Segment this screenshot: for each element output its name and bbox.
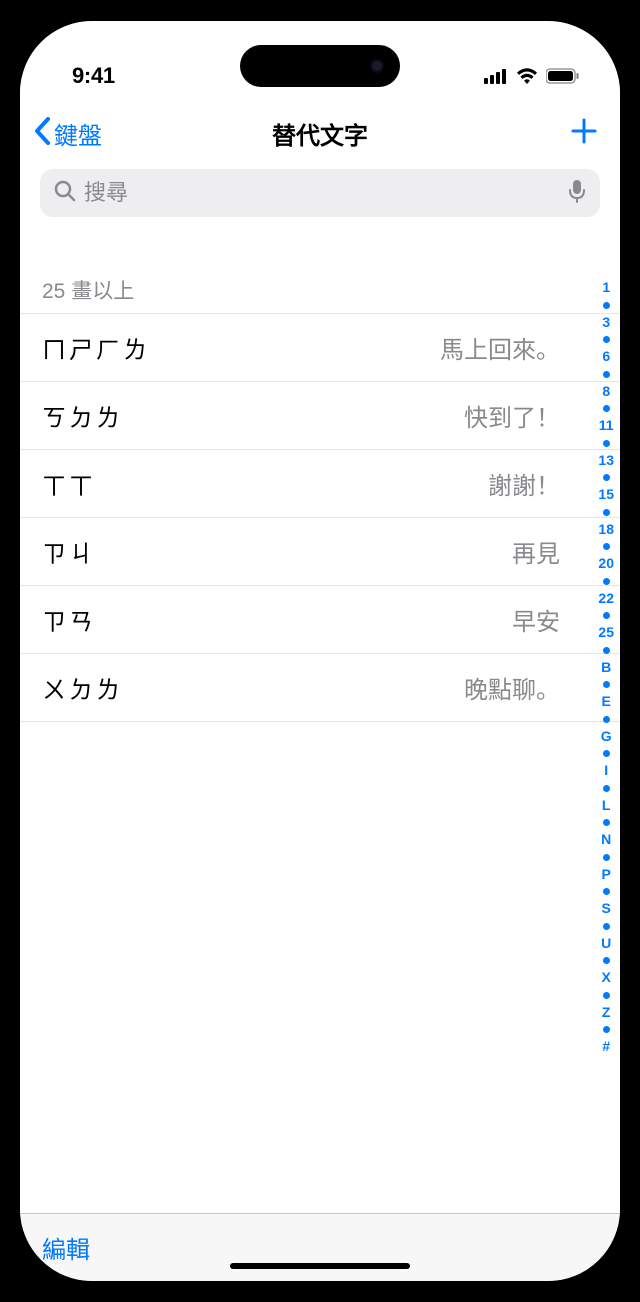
back-label: 鍵盤	[54, 116, 102, 151]
index-item[interactable]: X	[602, 969, 611, 987]
list-item[interactable]: ㄒㄒ 謝謝！	[20, 450, 620, 518]
index-item[interactable]: I	[604, 762, 608, 780]
index-dot	[603, 302, 610, 309]
list-item[interactable]: ㄗㄢ 早安	[20, 586, 620, 654]
index-item[interactable]: #	[602, 1038, 610, 1056]
index-dot	[603, 336, 610, 343]
index-item[interactable]: 25	[598, 624, 614, 642]
index-dot	[603, 923, 610, 930]
shortcut-value: 晚點聊。	[464, 670, 560, 705]
phone-frame: 9:41 鍵盤 替代文字	[2, 3, 638, 1299]
toolbar: 編輯	[20, 1213, 620, 1281]
shortcut-value: 早安	[512, 602, 560, 637]
index-dot	[603, 819, 610, 826]
edit-button[interactable]: 編輯	[42, 1230, 90, 1265]
status-time: 9:41	[72, 63, 115, 89]
wifi-icon	[516, 68, 538, 84]
index-item[interactable]: 3	[602, 314, 610, 332]
search-icon	[54, 180, 76, 207]
content-area: 25 畫以上 ㄇㄕㄏㄌ 馬上回來。ㄎㄉㄌ 快到了！ ㄒㄒ 謝謝！ ㄗㄐ 再見ㄗㄢ 早安ㄨㄉㄌ 晚…	[20, 231, 620, 1213]
shortcut-value: 馬上回來。	[440, 330, 560, 365]
index-item[interactable]: Z	[602, 1004, 611, 1022]
index-item[interactable]: 13	[598, 452, 614, 470]
home-indicator[interactable]	[230, 1263, 410, 1269]
list-item[interactable]: ㄎㄉㄌ 快到了！	[20, 382, 620, 450]
section-header: 25 畫以上	[20, 231, 620, 313]
shortcut-key: ㄗㄢ	[42, 602, 96, 637]
shortcut-key: ㄇㄕㄏㄌ	[42, 330, 150, 365]
shortcut-key: ㄨㄉㄌ	[42, 670, 123, 705]
index-dot	[603, 750, 610, 757]
microphone-icon[interactable]	[568, 179, 586, 208]
index-dot	[603, 578, 610, 585]
list-item[interactable]: ㄇㄕㄏㄌ 馬上回來。	[20, 313, 620, 382]
index-dot	[603, 647, 610, 654]
index-dot	[603, 992, 610, 999]
phone-screen: 9:41 鍵盤 替代文字	[20, 21, 620, 1281]
page-title: 替代文字	[272, 116, 368, 151]
index-item[interactable]: B	[601, 659, 611, 677]
index-dot	[603, 612, 610, 619]
back-button[interactable]: 鍵盤	[34, 116, 102, 151]
cellular-signal-icon	[484, 68, 508, 84]
index-dot	[603, 854, 610, 861]
index-dot	[603, 509, 610, 516]
search-input[interactable]	[84, 180, 560, 206]
plus-icon	[570, 117, 598, 145]
battery-icon	[546, 68, 580, 84]
search-bar[interactable]	[40, 169, 600, 217]
index-item[interactable]: N	[601, 831, 611, 849]
index-dot	[603, 888, 610, 895]
add-button[interactable]	[570, 114, 598, 152]
index-item[interactable]: 15	[598, 486, 614, 504]
index-dot	[603, 785, 610, 792]
index-bar[interactable]: 136811131518202225BEGILNPSUXZ#	[598, 279, 614, 1173]
search-container	[20, 163, 620, 231]
shortcut-value: 謝謝！	[488, 466, 560, 501]
dynamic-island	[240, 45, 400, 87]
index-dot	[603, 440, 610, 447]
navigation-bar: 鍵盤 替代文字	[20, 103, 620, 163]
index-dot	[603, 405, 610, 412]
index-item[interactable]: 20	[598, 555, 614, 573]
index-item[interactable]: L	[602, 797, 611, 815]
index-item[interactable]: 18	[598, 521, 614, 539]
index-dot	[603, 1026, 610, 1033]
chevron-left-icon	[34, 117, 52, 150]
shortcuts-list: ㄇㄕㄏㄌ 馬上回來。ㄎㄉㄌ 快到了！ ㄒㄒ 謝謝！ ㄗㄐ 再見ㄗㄢ 早安ㄨㄉㄌ 晚點聊。	[20, 313, 620, 722]
list-item[interactable]: ㄗㄐ 再見	[20, 518, 620, 586]
list-item[interactable]: ㄨㄉㄌ 晚點聊。	[20, 654, 620, 722]
shortcut-key: ㄒㄒ	[42, 466, 96, 501]
front-camera	[370, 59, 384, 73]
index-item[interactable]: 22	[598, 590, 614, 608]
status-icons	[484, 68, 580, 84]
shortcut-value: 快到了！	[464, 398, 560, 433]
index-item[interactable]: E	[602, 693, 611, 711]
index-dot	[603, 474, 610, 481]
index-dot	[603, 681, 610, 688]
index-item[interactable]: 8	[602, 383, 610, 401]
index-dot	[603, 543, 610, 550]
index-item[interactable]: G	[601, 728, 612, 746]
index-item[interactable]: 1	[602, 279, 610, 297]
shortcut-key: ㄎㄉㄌ	[42, 398, 123, 433]
shortcut-key: ㄗㄐ	[42, 534, 96, 569]
index-item[interactable]: P	[602, 866, 611, 884]
shortcut-value: 再見	[512, 534, 560, 569]
index-item[interactable]: U	[601, 935, 611, 953]
index-item[interactable]: 11	[599, 417, 614, 435]
index-item[interactable]: 6	[602, 348, 610, 366]
index-dot	[603, 716, 610, 723]
index-dot	[603, 957, 610, 964]
index-item[interactable]: S	[602, 900, 611, 918]
index-dot	[603, 371, 610, 378]
